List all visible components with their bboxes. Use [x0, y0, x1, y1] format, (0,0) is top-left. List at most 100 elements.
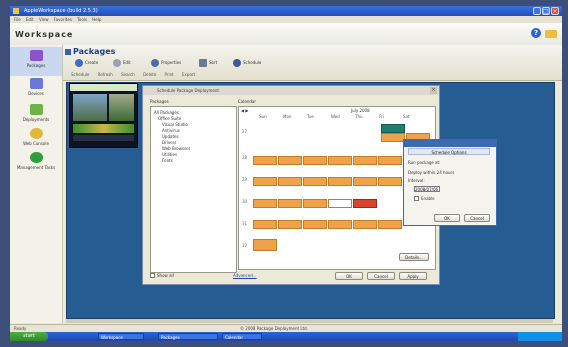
properties-button[interactable]: Properties [151, 58, 181, 68]
menu-help[interactable]: Help [92, 17, 101, 22]
dialog-close-icon[interactable]: × [430, 87, 437, 94]
calendar-event[interactable] [303, 220, 327, 229]
menu-edit[interactable]: Edit [26, 17, 34, 22]
nav-label: Web Console [23, 141, 49, 146]
tree-item[interactable]: Antivirus [162, 128, 180, 133]
calendar-event[interactable] [253, 220, 277, 229]
sub-delete[interactable]: Delete [143, 72, 156, 77]
menu-view[interactable]: View [39, 17, 49, 22]
calendar-event[interactable] [328, 220, 352, 229]
thumbnail-strip [73, 135, 134, 141]
calendar-event[interactable] [253, 199, 277, 208]
dialog-title: Schedule Package Deployment [157, 88, 219, 93]
create-button[interactable]: Create [75, 58, 98, 68]
calendar-event[interactable] [381, 133, 405, 142]
calendar-event-selected[interactable] [353, 199, 377, 208]
calendar-event[interactable] [378, 156, 402, 165]
show-all-checkbox[interactable] [150, 273, 155, 278]
week-number: 30 [242, 199, 248, 204]
calendar-event[interactable] [378, 220, 402, 229]
sub-print[interactable]: Print [165, 72, 174, 77]
calendar-event[interactable] [328, 177, 352, 186]
sort-button[interactable]: Sort [199, 58, 217, 68]
week-number: 32 [242, 243, 248, 248]
tree-item[interactable]: Utilities [162, 152, 177, 157]
sub-export[interactable]: Export [182, 72, 195, 77]
packages-icon [29, 50, 43, 61]
tree-item[interactable]: Visual Studio [162, 122, 188, 127]
tree-item[interactable]: Web Browsers [162, 146, 190, 151]
nav-item-packages[interactable]: Packages [10, 47, 62, 76]
minimize-button[interactable]: _ [533, 7, 541, 15]
popup-ok-button[interactable]: OK [434, 214, 460, 222]
calendar-event[interactable] [303, 177, 327, 186]
cancel-button[interactable]: Cancel [367, 272, 395, 280]
nav-item-deployments[interactable]: Deployments [10, 101, 62, 128]
details-button[interactable]: Details... [399, 253, 429, 261]
maximize-button[interactable]: □ [542, 7, 550, 15]
folder-icon[interactable] [545, 30, 557, 38]
sub-refresh[interactable]: Refresh [98, 72, 113, 77]
week-number: 29 [242, 177, 248, 182]
calendar-event[interactable] [253, 177, 277, 186]
ok-button[interactable]: OK [335, 272, 363, 280]
sub-schedule[interactable]: Schedule [71, 72, 89, 77]
menu-file[interactable]: File [14, 17, 21, 22]
taskbar-item[interactable]: Calendar [222, 333, 262, 340]
calendar-event[interactable] [278, 156, 302, 165]
create-label: Create [85, 60, 99, 65]
edit-button[interactable]: Edit [113, 58, 131, 68]
main-content: Schedule Package Deployment × Packages C… [66, 82, 555, 319]
nav-item-management[interactable]: Management Tasks [10, 149, 62, 176]
calendar-event[interactable] [303, 156, 327, 165]
tree-item[interactable]: Updates [162, 134, 179, 139]
calendar-event[interactable] [328, 156, 352, 165]
taskbar-item[interactable]: Packages [158, 333, 218, 340]
splitter[interactable] [66, 319, 553, 323]
workspace-title: Workspace [15, 30, 74, 39]
thumbnail-image [109, 94, 134, 121]
nav-item-web-console[interactable]: Web Console [10, 125, 62, 152]
calendar-nav[interactable]: ◀ ▶ [241, 108, 248, 113]
calendar-event[interactable] [381, 124, 405, 133]
calendar-event[interactable] [303, 199, 327, 208]
close-button[interactable]: × [551, 7, 559, 15]
schedule-button[interactable]: Schedule [233, 58, 261, 68]
calendar-event[interactable] [328, 199, 352, 208]
tree-item[interactable]: All Packages [154, 110, 179, 115]
popup-cancel-button[interactable]: Cancel [464, 214, 490, 222]
create-icon [75, 59, 83, 67]
apply-button[interactable]: Apply [399, 272, 427, 280]
calendar-event[interactable] [353, 220, 377, 229]
schedule-label: Schedule [243, 60, 262, 65]
system-tray [518, 332, 562, 341]
schedule-dialog: Schedule Package Deployment × Packages C… [142, 85, 440, 285]
menu-tools[interactable]: Tools [77, 17, 87, 22]
package-tree[interactable]: All Packages Office Suite Visual Studio … [150, 106, 237, 273]
calendar-event[interactable] [278, 220, 302, 229]
help-icon[interactable]: ? [531, 28, 541, 38]
start-button[interactable]: start [10, 332, 48, 341]
calendar-event[interactable] [253, 156, 277, 165]
nav-item-devices[interactable]: Devices [10, 75, 62, 102]
advanced-link[interactable]: Advanced... [233, 273, 257, 278]
taskbar-item[interactable]: Workspace [98, 333, 144, 340]
tree-item[interactable]: Fonts [162, 158, 173, 163]
day-header: Thu [355, 114, 363, 119]
menu-favorites[interactable]: Favorites [54, 17, 72, 22]
calendar-event[interactable] [353, 177, 377, 186]
calendar-event[interactable] [278, 177, 302, 186]
calendar-event[interactable] [253, 239, 277, 251]
calendar-panel-label: Calendar [238, 99, 256, 104]
calendar-event[interactable] [378, 177, 402, 186]
tree-item[interactable]: Drivers [162, 140, 176, 145]
enable-checkbox[interactable] [414, 196, 419, 201]
nav-label: Devices [28, 91, 44, 96]
calendar-event[interactable] [278, 199, 302, 208]
popup-tab[interactable]: Schedule Options [408, 148, 490, 155]
sub-search[interactable]: Search [121, 72, 135, 77]
date-field[interactable]: 2008/07/06 [414, 186, 440, 192]
calendar-event[interactable] [353, 156, 377, 165]
tree-item[interactable]: Office Suite [158, 116, 181, 121]
package-thumbnail[interactable] [69, 83, 138, 148]
